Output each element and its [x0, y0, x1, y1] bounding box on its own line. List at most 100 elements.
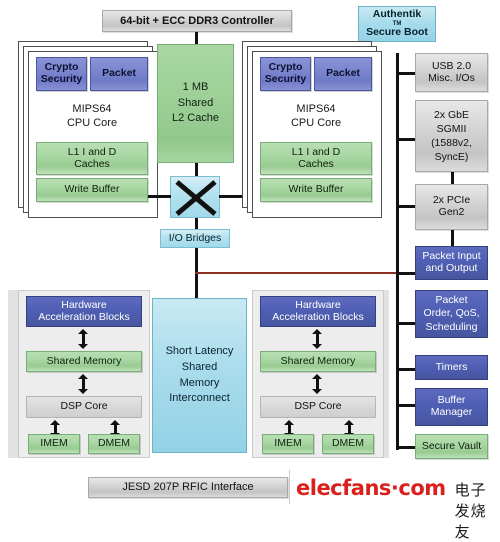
io-block-secure-vault: Secure Vault: [415, 434, 488, 459]
io-block-usb: USB 2.0 Misc. I/Os: [415, 53, 488, 92]
l1-caches-label-right-1: L1 I and D: [291, 145, 341, 158]
connector-gbe-to-pcie: [451, 172, 454, 184]
arrow-hwaccel-sharedmem-left: [78, 329, 89, 349]
io-block-timers-label: Timers: [435, 360, 468, 373]
imem-block-right: IMEM: [262, 434, 314, 454]
l2-cache-label-3: L2 Cache: [171, 112, 220, 125]
l2-cache-label-2: Shared: [177, 96, 214, 109]
mips64-cpu-core-left: MIPS64 CPU Core: [36, 95, 148, 139]
arrow-sharedmem-dsp-right: [312, 374, 323, 394]
watermark-chinese: 电子发烧友: [454, 481, 487, 541]
security-label-right: Security: [264, 73, 307, 85]
crossbar-x-icon: [175, 180, 217, 216]
imem-label-left: IMEM: [40, 437, 68, 450]
dsp-core-label-right: DSP Core: [294, 400, 342, 413]
processor-block-diagram: 64-bit + ECC DDR3 Controller Authentik TM…: [0, 0, 500, 541]
dmem-block-left: DMEM: [88, 434, 140, 454]
dmem-label-right: DMEM: [331, 437, 365, 450]
io-block-timers: Timers: [415, 355, 488, 380]
shared-memory-interconnect-block: Short Latency Shared Memory Interconnect: [152, 298, 247, 453]
hw-accel-right-line2: Acceleration Blocks: [272, 310, 364, 323]
crypto-security-block-left: Crypto Security: [36, 57, 87, 91]
io-block-packet-order-line2: Order, QoS,: [423, 307, 480, 320]
crossbar-block: X: [170, 176, 220, 218]
shared-memory-block-left: Shared Memory: [26, 351, 142, 372]
l1-caches-label-left-2: Caches: [74, 157, 110, 170]
io-stub-gbe: [396, 138, 416, 141]
shared-memory-label-left: Shared Memory: [46, 354, 122, 367]
io-block-gbe-line4: SyncE): [434, 151, 469, 164]
shared-memory-block-right: Shared Memory: [260, 351, 376, 372]
ddr3-controller-label: 64-bit + ECC DDR3 Controller: [120, 14, 274, 27]
ddr3-controller-block: 64-bit + ECC DDR3 Controller: [102, 10, 292, 32]
crypto-security-block-right: Crypto Security: [260, 57, 311, 91]
watermark: elecfans·com 电子发烧友: [296, 476, 500, 542]
io-block-gbe-line2: SGMII: [436, 122, 467, 135]
io-block-packet-order-line1: Packet: [435, 293, 468, 306]
shared-memory-label-right: Shared Memory: [280, 354, 356, 367]
hw-accel-right-line1: Hardware: [295, 298, 341, 311]
mips64-label-right: MIPS64: [296, 103, 336, 116]
write-buffer-label-right: Write Buffer: [288, 183, 344, 196]
connector-pcie-to-packetio: [451, 230, 454, 246]
io-block-buffer-manager-line2: Manager: [430, 406, 473, 418]
io-stub-packet-order: [396, 322, 416, 325]
watermark-divider: [289, 470, 290, 504]
io-block-gbe: 2x GbE SGMII (1588v2, SyncE): [415, 100, 488, 172]
io-stub-buffer-manager: [396, 404, 416, 407]
l1-caches-label-right-2: Caches: [298, 157, 334, 170]
arrow-hwaccel-sharedmem-right: [312, 329, 323, 349]
cpu-core-label-left: CPU Core: [66, 117, 118, 129]
io-block-usb-line2: Misc. I/Os: [428, 71, 475, 84]
imem-block-left: IMEM: [28, 434, 80, 454]
jesd-label: JESD 207P RFIC Interface: [122, 481, 254, 494]
write-buffer-block-left: Write Buffer: [36, 178, 148, 202]
dmem-label-left: DMEM: [97, 437, 131, 450]
io-block-packet-io-line2: and Output: [425, 262, 478, 274]
interconnect-line3: Memory: [179, 376, 220, 389]
packet-label-right: Packet: [326, 67, 360, 80]
arrow-sharedmem-dsp-left: [78, 374, 89, 394]
dsp-core-block-right: DSP Core: [260, 396, 376, 418]
io-block-packet-order-line3: Scheduling: [425, 320, 478, 333]
io-block-gbe-line3: (1588v2,: [431, 137, 472, 149]
io-bridges-block: I/O Bridges: [160, 229, 230, 248]
io-block-buffer-manager: Buffer Manager: [415, 388, 488, 426]
hw-accel-left-line2: Acceleration Blocks: [38, 310, 130, 323]
packet-label-left: Packet: [102, 67, 136, 80]
dsp-core-block-left: DSP Core: [26, 396, 142, 418]
io-block-packet-input-output: Packet Input and Output: [415, 246, 488, 280]
watermark-latin: elecfans·com: [296, 476, 446, 500]
io-stub-timers: [396, 368, 416, 371]
l1-caches-block-left: L1 I and D Caches: [36, 142, 148, 175]
hw-acceleration-blocks-left: Hardware Acceleration Blocks: [26, 296, 142, 327]
io-block-secure-vault-label: Secure Vault: [421, 439, 482, 452]
hw-accel-left-line1: Hardware: [61, 298, 107, 311]
io-stub-pcie: [396, 205, 416, 208]
l2-cache-label-1: 1 MB: [182, 81, 209, 94]
io-block-packet-order-qos: Packet Order, QoS, Scheduling: [415, 290, 488, 338]
mips64-cpu-core-right: MIPS64 CPU Core: [260, 95, 372, 139]
io-stub-secure-vault: [396, 446, 416, 449]
connector-crossbar-right-arm: [219, 195, 242, 198]
authentik-label: Authentik TM: [372, 7, 422, 27]
write-buffer-label-left: Write Buffer: [64, 183, 120, 196]
authentik-secure-boot-block: Authentik TM Secure Boot: [358, 6, 436, 42]
l1-caches-label-left-1: L1 I and D: [67, 145, 117, 158]
connector-ddr-to-l2: [195, 32, 198, 44]
io-block-pcie: 2x PCIe Gen2: [415, 184, 488, 230]
io-block-gbe-line1: 2x GbE: [433, 108, 470, 121]
jesd-rfic-interface-block: JESD 207P RFIC Interface: [88, 477, 288, 498]
hw-acceleration-blocks-right: Hardware Acceleration Blocks: [260, 296, 376, 327]
connector-l2-to-crossbar: [195, 163, 198, 176]
io-stub-usb: [396, 72, 416, 75]
dsp-core-label-left: DSP Core: [60, 400, 108, 413]
l2-cache-block: 1 MB Shared L2 Cache: [157, 44, 234, 163]
secure-boot-label: Secure Boot: [366, 26, 428, 39]
io-bridges-label: I/O Bridges: [168, 231, 222, 244]
io-column-vertical-bus: [396, 53, 399, 450]
security-label-left: Security: [40, 73, 83, 85]
mips64-label-left: MIPS64: [72, 103, 112, 116]
connector-io-bus-horizontal: [195, 272, 397, 274]
dmem-block-right: DMEM: [322, 434, 374, 454]
